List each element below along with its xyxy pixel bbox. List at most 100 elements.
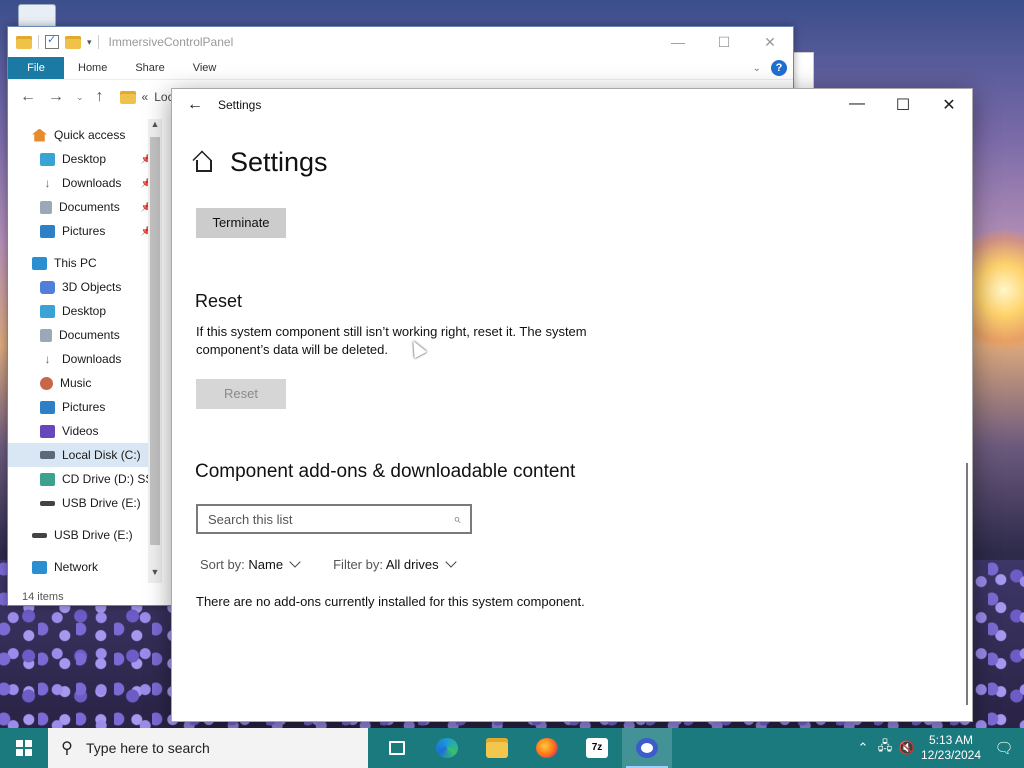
nav-network[interactable]: Network (8, 555, 158, 579)
folder-icon[interactable] (16, 35, 32, 49)
maximize-button[interactable]: ☐ (880, 95, 926, 115)
filter-label: Filter by: (333, 557, 383, 572)
scroll-up-icon[interactable]: ▲ (148, 119, 162, 135)
cd-drive-icon (40, 472, 55, 486)
search-list-input[interactable]: Search this list ⌕ (196, 504, 472, 534)
nav-videos[interactable]: Videos (8, 419, 158, 443)
nav-quick-access[interactable]: Quick access (8, 123, 158, 147)
close-button[interactable]: ✕ (926, 95, 972, 115)
nav-music[interactable]: Music (8, 371, 158, 395)
nav-label: Local Disk (C:) (62, 448, 141, 462)
no-addons-message: There are no add-ons currently installed… (196, 594, 585, 609)
nav-label: This PC (54, 256, 97, 270)
volume-muted-icon[interactable]: 🔇 (896, 740, 918, 756)
pictures-icon (40, 224, 55, 238)
background-window-edge (792, 52, 814, 90)
sort-dropdown[interactable]: Sort by: Name (200, 556, 301, 572)
settings-scrollbar[interactable] (966, 463, 968, 705)
tab-share[interactable]: Share (121, 57, 178, 79)
firefox-button[interactable] (522, 728, 572, 768)
taskbar: ⚲ Type here to search 7z ⌃ 🖧 🔇 5:13 AM 1… (0, 728, 1024, 768)
nav-qa-pictures[interactable]: Pictures 📌 (8, 219, 158, 243)
firefox-icon (536, 738, 558, 758)
close-button[interactable]: ✕ (747, 34, 793, 51)
nav-label: USB Drive (E:) (62, 496, 141, 510)
tab-home[interactable]: Home (64, 57, 121, 79)
nav-qa-desktop[interactable]: Desktop 📌 (8, 147, 158, 171)
up-arrow-icon[interactable]: ↑ (96, 88, 104, 106)
terminate-button[interactable]: Terminate (196, 208, 286, 238)
network-icon[interactable]: 🖧 (874, 737, 896, 759)
nav-usb-drive-e[interactable]: USB Drive (E:) (8, 491, 158, 515)
sort-value: Name (248, 557, 284, 572)
nav-scrollbar[interactable]: ▲ ▼ (148, 119, 162, 583)
documents-icon (40, 200, 52, 214)
edge-button[interactable] (422, 728, 472, 768)
tab-view[interactable]: View (179, 57, 231, 79)
nav-pictures[interactable]: Pictures (8, 395, 158, 419)
settings-window-title: Settings (218, 98, 262, 112)
forward-arrow-icon[interactable]: → (48, 88, 64, 106)
properties-icon[interactable] (45, 33, 59, 49)
recent-locations-icon[interactable]: ⌄ (76, 92, 84, 103)
status-bar-count: 14 items (22, 591, 64, 603)
home-icon[interactable] (196, 159, 212, 172)
scrollbar-thumb[interactable] (150, 137, 160, 545)
nav-local-disk-c[interactable]: Local Disk (C:) (8, 443, 158, 467)
7zip-button[interactable]: 7z (572, 728, 622, 768)
nav-3d-objects[interactable]: 3D Objects (8, 275, 158, 299)
address-box[interactable]: « Loc (119, 90, 174, 104)
expand-ribbon-icon[interactable]: ⌄ (753, 63, 761, 74)
minimize-button[interactable]: — (655, 34, 701, 51)
nav-label: Pictures (62, 400, 106, 414)
nav-qa-documents[interactable]: Documents 📌 (8, 195, 158, 219)
task-view-button[interactable] (372, 728, 422, 768)
nav-label: USB Drive (E:) (54, 528, 133, 542)
back-arrow-icon[interactable]: ← (20, 88, 36, 106)
reset-button[interactable]: Reset (196, 379, 286, 409)
chevron-down-icon (289, 556, 301, 568)
file-explorer-button[interactable] (472, 728, 522, 768)
nav-label: Desktop (62, 304, 107, 318)
divider (38, 35, 39, 49)
show-hidden-icons-icon[interactable]: ⌃ (852, 740, 874, 756)
nav-qa-downloads[interactable]: ↓ Downloads 📌 (8, 171, 158, 195)
nav-documents[interactable]: Documents (8, 323, 158, 347)
documents-icon (40, 328, 52, 342)
chrome-button[interactable] (622, 728, 672, 768)
chevron-down-icon (444, 556, 457, 568)
nav-label: Network (54, 560, 99, 574)
new-folder-icon[interactable] (65, 35, 81, 49)
maximize-button[interactable]: ☐ (701, 34, 747, 51)
minimize-button[interactable]: — (834, 95, 880, 115)
usb-drive-icon (40, 500, 55, 506)
task-view-icon (389, 741, 405, 755)
nav-label: CD Drive (D:) SSS (62, 472, 162, 486)
explorer-title-bar: ▾ ImmersiveControlPanel — ☐ ✕ (8, 27, 793, 57)
tab-file[interactable]: File (8, 57, 64, 79)
taskbar-search-box[interactable]: ⚲ Type here to search (48, 728, 368, 768)
quick-access-icon (32, 128, 47, 142)
back-arrow-icon[interactable]: ← (172, 96, 218, 114)
navigation-pane: Quick access Desktop 📌 ↓ Downloads 📌 Docume… (8, 115, 162, 603)
nav-desktop[interactable]: Desktop (8, 299, 158, 323)
usb-drive-icon (32, 532, 47, 538)
drive-icon (40, 451, 55, 459)
start-button[interactable] (0, 728, 48, 768)
filter-dropdown[interactable]: Filter by: All drives (333, 556, 457, 572)
nav-usb-drive-root[interactable]: USB Drive (E:) (8, 523, 158, 547)
folder-icon (119, 90, 136, 104)
breadcrumb-overflow-icon[interactable]: « (142, 90, 149, 104)
nav-cd-drive-d[interactable]: CD Drive (D:) SSS (8, 467, 162, 491)
pictures-icon (40, 400, 55, 414)
customize-dropdown-icon[interactable]: ▾ (87, 37, 92, 48)
clock[interactable]: 5:13 AM 12/23/2024 (918, 733, 984, 763)
scroll-down-icon[interactable]: ▼ (148, 567, 162, 583)
help-icon[interactable]: ? (771, 60, 787, 76)
settings-title-bar: ← Settings — ☐ ✕ (172, 89, 972, 121)
ribbon-tabs: File Home Share View ⌄ ? (8, 57, 793, 79)
edge-icon (436, 738, 458, 758)
nav-this-pc[interactable]: This PC (8, 251, 158, 275)
notifications-icon[interactable]: 🗨 (984, 739, 1024, 757)
nav-downloads[interactable]: ↓ Downloads (8, 347, 158, 371)
